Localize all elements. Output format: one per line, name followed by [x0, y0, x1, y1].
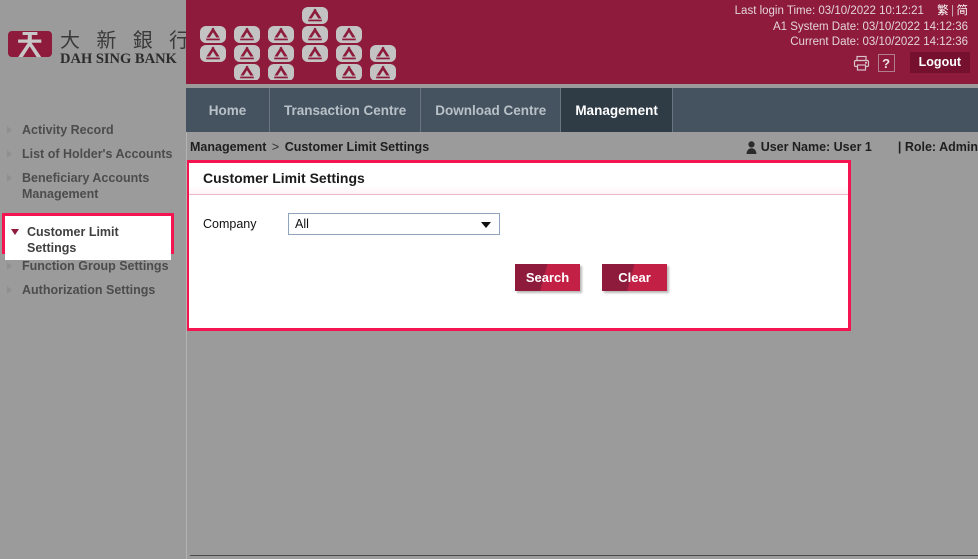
current-date-text: Current Date: 03/10/2022 14:12:36 — [735, 35, 968, 51]
sidebar-item-label: Beneficiary Accounts Management — [22, 171, 149, 201]
header-session-info: Last login Time: 03/10/2022 10:12:21 繁|简… — [735, 3, 968, 51]
chevron-right-icon — [7, 126, 12, 134]
sidebar-nav: Activity Record List of Holder's Account… — [0, 118, 186, 302]
sidebar-item-label: List of Holder's Accounts — [22, 147, 172, 161]
breadcrumb-separator: > — [272, 140, 279, 154]
sidebar-item-activity-record[interactable]: Activity Record — [0, 118, 186, 142]
chevron-right-icon — [7, 286, 12, 294]
clear-button-label: Clear — [618, 270, 651, 285]
tab-download-centre[interactable]: Download Centre — [421, 88, 561, 132]
user-icon-glyph — [746, 141, 757, 154]
left-column: 大 新 銀 行 DAH SING BANK Activity Record Li… — [0, 0, 186, 559]
language-links: 繁|简 — [937, 3, 968, 19]
company-select[interactable]: All — [288, 213, 500, 235]
chevron-right-icon — [7, 174, 12, 182]
search-button[interactable]: Search — [515, 264, 580, 291]
chevron-right-icon — [7, 150, 12, 158]
brand-name-cn: 大 新 銀 行 — [60, 24, 194, 53]
last-login-text: Last login Time: 03/10/2022 10:12:21 — [735, 5, 924, 17]
breadcrumb-row: Management > Customer Limit Settings Use… — [186, 136, 978, 160]
company-field-row: Company All — [203, 213, 500, 235]
sidebar-item-beneficiary-accounts-management[interactable]: Beneficiary Accounts Management — [0, 166, 186, 206]
logout-button[interactable]: Logout — [910, 52, 970, 73]
user-name-text: User Name: User 1 — [761, 140, 872, 154]
company-select-value: All — [289, 217, 309, 231]
chevron-down-icon — [11, 229, 19, 235]
decorative-logo-pattern-icon — [194, 4, 414, 80]
search-button-label: Search — [526, 270, 569, 285]
sidebar-item-label: Customer Limit Settings — [27, 225, 119, 255]
chevron-right-icon — [7, 262, 12, 270]
brand-logo: 大 新 銀 行 DAH SING BANK — [8, 24, 178, 72]
last-login-line: Last login Time: 03/10/2022 10:12:21 繁|简 — [735, 3, 968, 20]
sidebar-item-customer-limit-settings[interactable]: Customer Limit Settings — [5, 216, 171, 260]
form-button-row: Search Clear — [515, 264, 667, 291]
user-icon — [746, 141, 757, 154]
chevron-down-icon — [481, 222, 491, 228]
printer-icon[interactable] — [853, 54, 871, 71]
breadcrumb-current: Customer Limit Settings — [285, 140, 429, 154]
main-tab-bar: Home Transaction Centre Download Centre … — [186, 88, 978, 132]
tab-management[interactable]: Management — [561, 88, 673, 132]
tab-home[interactable]: Home — [186, 88, 270, 132]
sidebar-item-label: Function Group Settings — [22, 259, 169, 273]
footer-rule — [190, 555, 978, 556]
user-role-text: | Role: Admin — [898, 140, 978, 154]
lang-simplified-link[interactable]: 简 — [957, 3, 969, 17]
lang-traditional-link[interactable]: 繁 — [937, 3, 949, 17]
sidebar-item-label: Activity Record — [22, 123, 114, 137]
printer-icon-glyph — [853, 55, 870, 71]
tab-transaction-centre[interactable]: Transaction Centre — [270, 88, 421, 132]
lang-separator: | — [951, 3, 955, 17]
clear-button[interactable]: Clear — [602, 264, 667, 291]
sidebar-item-list-of-holders-accounts[interactable]: List of Holder's Accounts — [0, 142, 186, 166]
breadcrumb-parent[interactable]: Management — [190, 140, 266, 154]
sidebar-selection-highlight: Customer Limit Settings — [2, 213, 174, 254]
sidebar-item-authorization-settings[interactable]: Authorization Settings — [0, 278, 186, 302]
breadcrumb: Management > Customer Limit Settings — [190, 140, 429, 154]
help-button[interactable]: ? — [878, 54, 895, 72]
page-title: Customer Limit Settings — [203, 170, 365, 186]
tab-bar-filler — [673, 88, 978, 132]
sidebar-item-label: Authorization Settings — [22, 283, 155, 297]
company-label: Company — [203, 217, 288, 231]
brand-name-en: DAH SING BANK — [60, 51, 177, 68]
content-panel: Customer Limit Settings Company All Sear… — [186, 160, 851, 331]
content-divider — [186, 132, 187, 559]
user-info: User Name: User 1 | Role: Admin — [746, 140, 978, 154]
header-banner: Last login Time: 03/10/2022 10:12:21 繁|简… — [186, 0, 978, 84]
header-actions: ? Logout — [853, 52, 970, 73]
system-date-text: A1 System Date: 03/10/2022 14:12:36 — [735, 20, 968, 36]
dah-sing-logo-mark-icon — [8, 27, 52, 61]
